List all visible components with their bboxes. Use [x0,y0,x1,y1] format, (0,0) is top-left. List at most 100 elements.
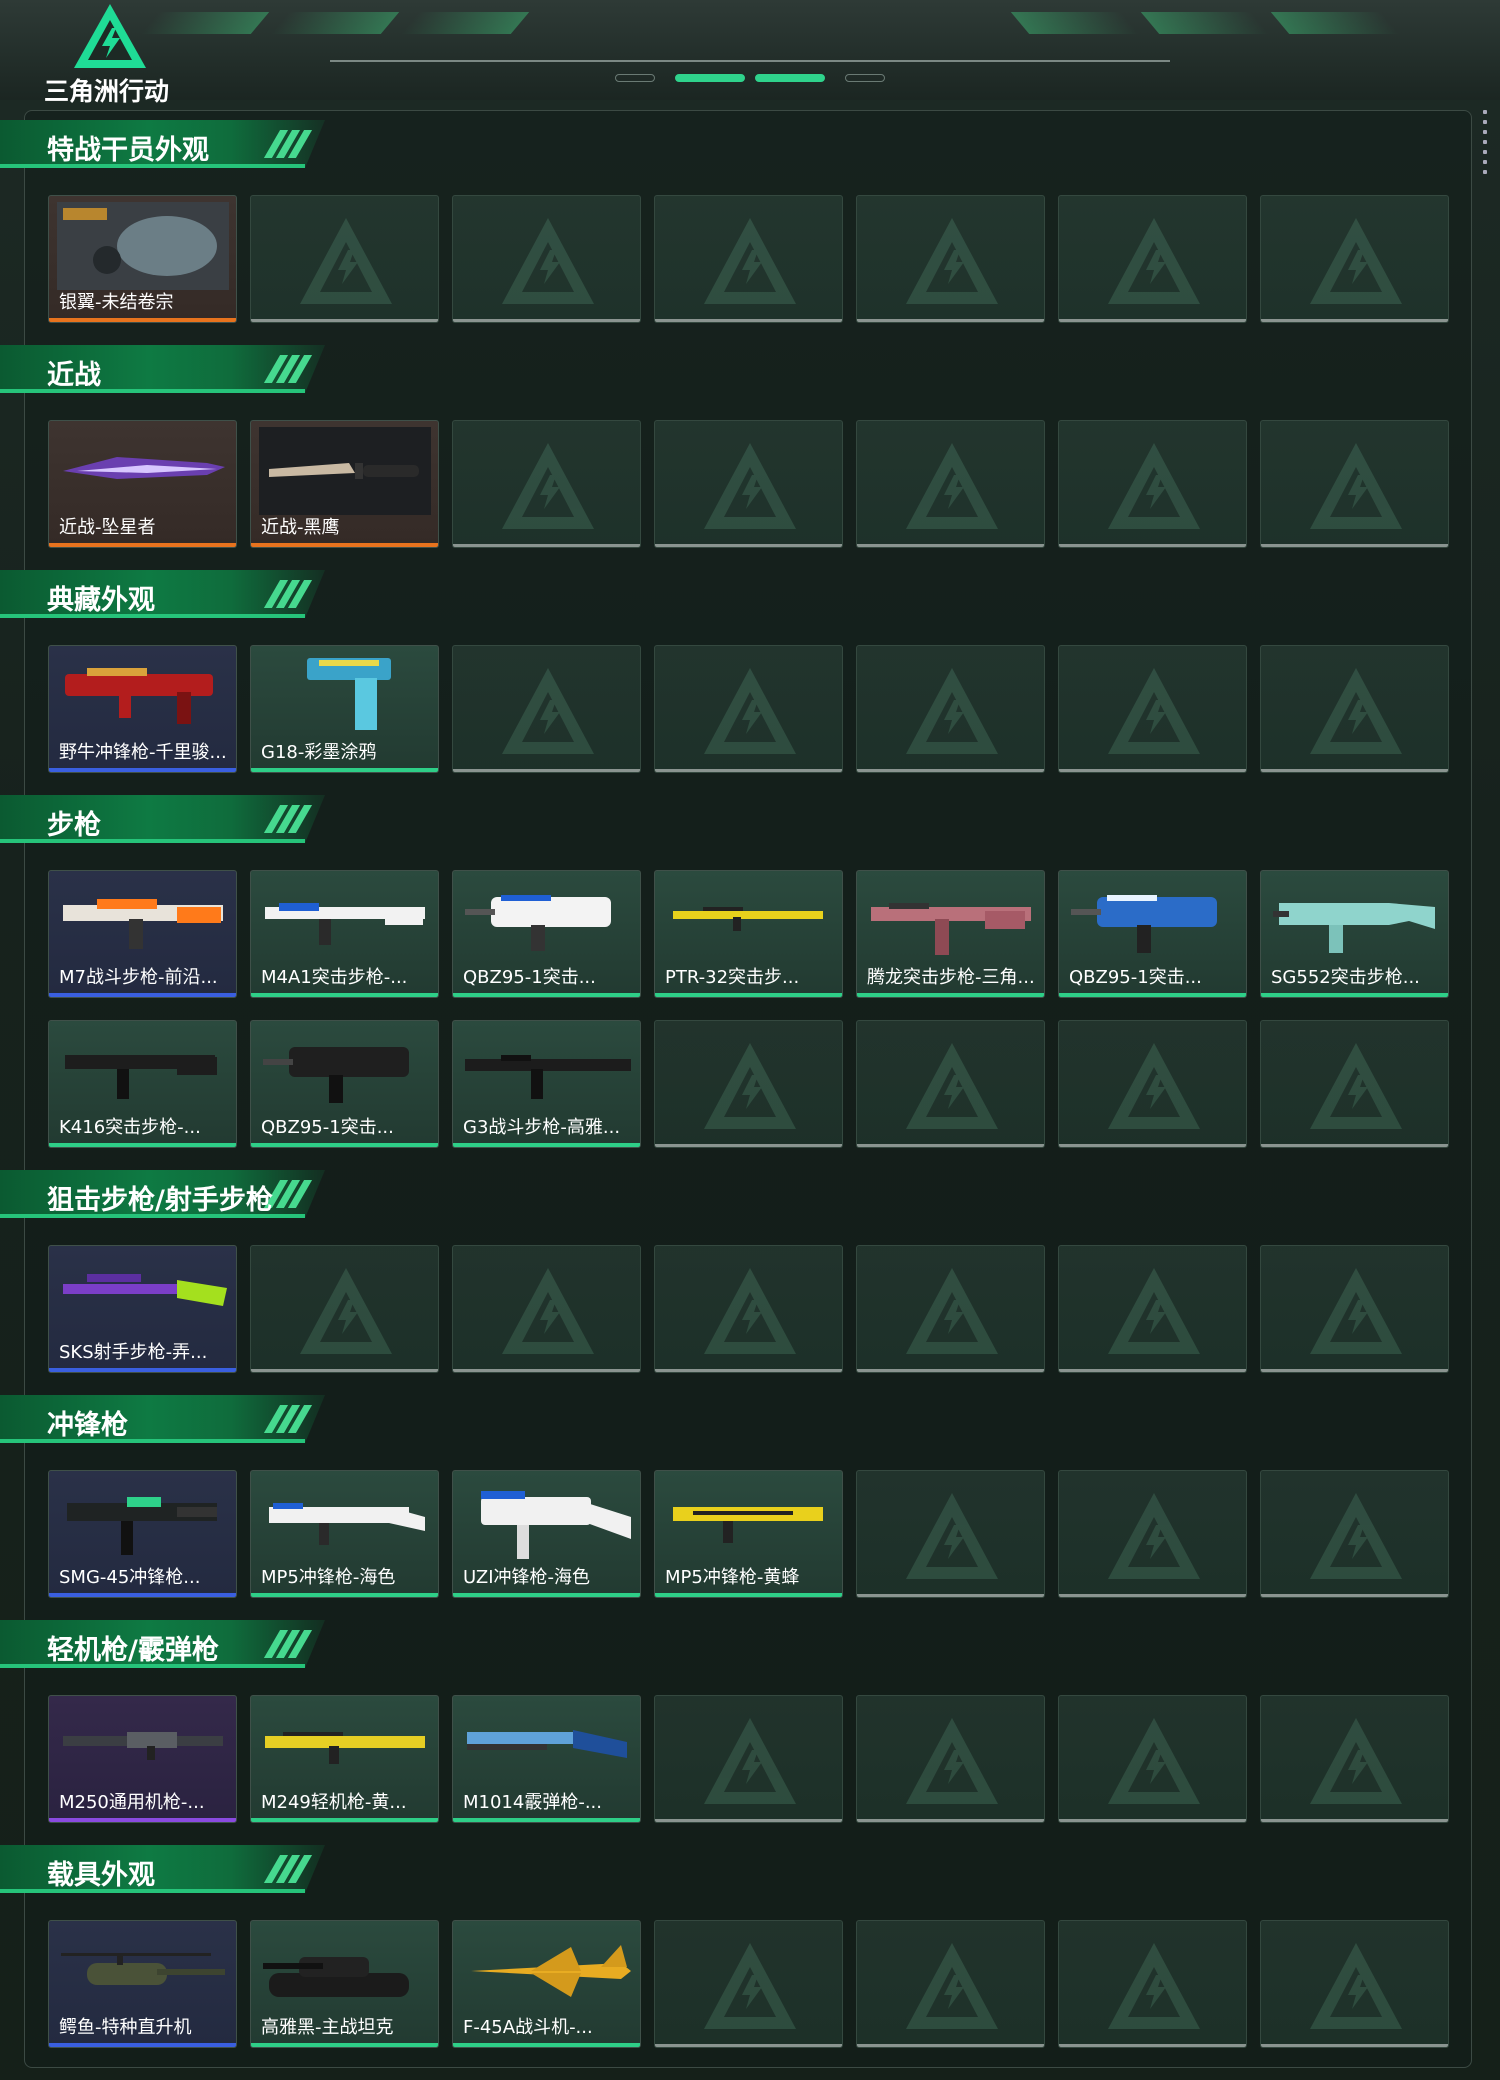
empty-slot [452,1245,641,1373]
empty-slot [856,1920,1045,2048]
bullpup-white-icon [461,877,633,965]
empty-slot [452,645,641,773]
rarity-bar [49,1368,236,1372]
section-header: 载具外观 [0,1845,330,1893]
empty-slot [856,1020,1045,1148]
item-card[interactable]: 近战-黑鹰 [250,420,439,548]
rifle-black-icon [57,1027,229,1115]
item-card[interactable]: SMG-45冲锋枪... [48,1470,237,1598]
rarity-bar [251,768,438,772]
placeholder-logo-icon [1106,1716,1202,1806]
item-card[interactable]: SKS射手步枪-弄... [48,1245,237,1373]
placeholder-logo-icon [1106,1041,1202,1131]
rarity-bar [49,543,236,547]
pistol-graffiti-icon [259,652,431,740]
empty-slot [1058,1020,1247,1148]
empty-slot [1260,1245,1449,1373]
rifle-teal-icon [1269,877,1441,965]
item-name: SKS射手步枪-弄... [59,1342,208,1363]
item-name: SG552突击步枪... [1271,967,1420,988]
placeholder-logo-icon [904,666,1000,756]
item-card[interactable]: M7战斗步枪-前沿... [48,870,237,998]
rarity-bar [857,993,1044,997]
placeholder-logo-icon [1308,666,1404,756]
placeholder-logo-icon [702,441,798,531]
item-card[interactable]: M4A1突击步枪-... [250,870,439,998]
item-name: G18-彩墨涂鸦 [261,742,377,763]
item-card[interactable]: G18-彩墨涂鸦 [250,645,439,773]
bullpup-blue-icon [1067,877,1239,965]
rarity-bar [49,1143,236,1147]
rifle-black-long-icon [461,1027,633,1115]
item-card[interactable]: SG552突击步枪... [1260,870,1449,998]
item-name: M7战斗步枪-前沿... [59,967,218,988]
placeholder-logo-icon [1308,216,1404,306]
placeholder-logo-icon [298,216,394,306]
item-card[interactable]: QBZ95-1突击... [250,1020,439,1148]
item-name: M250通用机枪-... [59,1792,205,1813]
rarity-bar [251,1593,438,1597]
placeholder-logo-icon [1308,1041,1404,1131]
item-name: F-45A战斗机-... [463,2017,593,2038]
item-card[interactable]: PTR-32突击步... [654,870,843,998]
shotgun-blue-icon [461,1702,633,1790]
placeholder-logo-icon [1308,1491,1404,1581]
rarity-bar [1059,993,1246,997]
item-name: 鳄鱼-特种直升机 [59,2017,192,2038]
item-card[interactable]: M250通用机枪-... [48,1695,237,1823]
section-header: 狙击步枪/射手步枪 [0,1170,330,1218]
section-title: 典藏外观 [47,585,155,616]
rarity-bar [251,1818,438,1822]
section-header: 特战干员外观 [0,120,330,168]
empty-slot [250,1245,439,1373]
item-card[interactable]: QBZ95-1突击... [452,870,641,998]
rarity-bar [49,318,236,322]
item-name: MP5冲锋枪-海色 [261,1567,396,1588]
item-card[interactable]: F-45A战斗机-... [452,1920,641,2048]
delta-logo-icon [74,4,146,68]
placeholder-logo-icon [904,216,1000,306]
game-logo: 三角洲行动 [44,2,184,106]
empty-slot [654,1245,843,1373]
placeholder-logo-icon [1106,441,1202,531]
blade-icon [57,427,229,515]
uzi-white-blue-icon [461,1477,633,1565]
item-card[interactable]: M1014霰弹枪-... [452,1695,641,1823]
rarity-bar [655,993,842,997]
section-title: 冲锋枪 [47,1410,128,1441]
empty-slot [1260,645,1449,773]
empty-slot [1260,1470,1449,1598]
item-card[interactable]: M249轻机枪-黄... [250,1695,439,1823]
empty-slot [1058,1470,1247,1598]
item-card[interactable]: 银翼-未结卷宗 [48,195,237,323]
smg-red-icon [57,652,229,740]
placeholder-logo-icon [1106,666,1202,756]
smg-white-blue-icon [259,1477,431,1565]
item-card[interactable]: 高雅黑-主战坦克 [250,1920,439,2048]
item-card[interactable]: 腾龙突击步枪-三角... [856,870,1045,998]
placeholder-logo-icon [904,1491,1000,1581]
item-card[interactable]: UZI冲锋枪-海色 [452,1470,641,1598]
empty-slot [1058,645,1247,773]
placeholder-logo-icon [500,1266,596,1356]
placeholder-logo-icon [500,216,596,306]
item-card[interactable]: G3战斗步枪-高雅... [452,1020,641,1148]
item-card[interactable]: K416突击步枪-... [48,1020,237,1148]
placeholder-logo-icon [1106,1491,1202,1581]
item-card[interactable]: 野牛冲锋枪-千里骏... [48,645,237,773]
item-card[interactable]: QBZ95-1突击... [1058,870,1247,998]
placeholder-logo-icon [1308,1716,1404,1806]
item-card[interactable]: 近战-坠星者 [48,420,237,548]
item-name: 野牛冲锋枪-千里骏... [59,742,227,763]
rarity-bar [453,2043,640,2047]
item-card[interactable]: MP5冲锋枪-黄蜂 [654,1470,843,1598]
item-name: MP5冲锋枪-黄蜂 [665,1567,800,1588]
scrollbar[interactable] [1483,110,1487,180]
placeholder-logo-icon [904,1041,1000,1131]
placeholder-logo-icon [500,666,596,756]
empty-slot [654,645,843,773]
item-card[interactable]: MP5冲锋枪-海色 [250,1470,439,1598]
lmg-dark-icon [57,1702,229,1790]
item-card[interactable]: 鳄鱼-特种直升机 [48,1920,237,2048]
placeholder-logo-icon [298,1266,394,1356]
